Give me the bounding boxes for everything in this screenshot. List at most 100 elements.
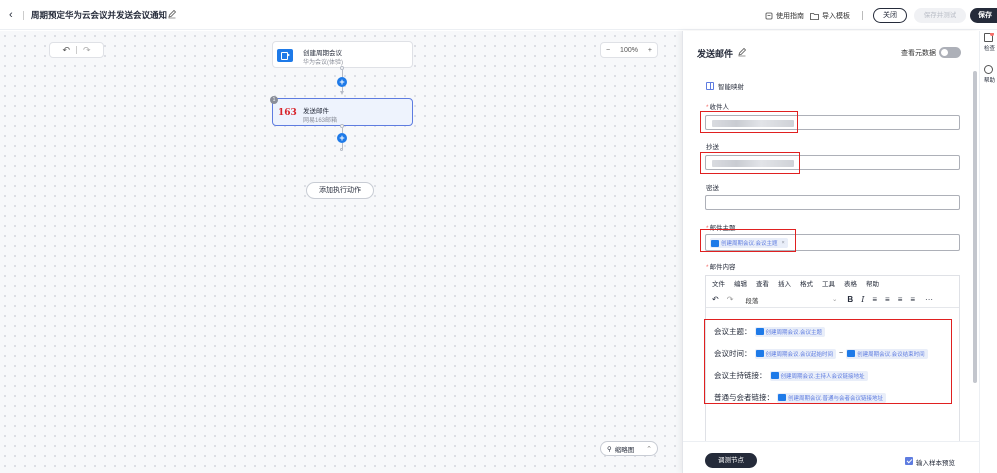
variable-tag[interactable]: 创建周期会议.普通与会者会议链接地址 <box>777 392 887 403</box>
connector-dot <box>340 148 343 151</box>
connector-line <box>342 70 343 77</box>
zoom-in-icon[interactable]: + <box>648 47 652 54</box>
smart-map-icon <box>706 82 714 90</box>
content-line: 会议主题： 创建周期会议.会议主题 <box>714 326 826 337</box>
meeting-app-icon <box>770 372 779 379</box>
to-field[interactable] <box>705 115 960 130</box>
content-line: 普通与会者链接： 创建周期会议.普通与会者会议链接地址 <box>714 392 887 403</box>
arrow-down-icon <box>340 91 344 95</box>
cc-field-label: 抄送 <box>706 144 719 151</box>
flow-node-send-mail[interactable]: 1 163 发送邮件 网易163邮箱 <box>270 96 413 126</box>
subject-field-label: *邮件主题 <box>706 225 736 232</box>
to-field-label: *收件人 <box>706 104 730 111</box>
menu-table[interactable]: 表格 <box>844 278 857 288</box>
variable-tag[interactable]: 创建周期会议.主持人会议链接地址 <box>769 370 868 381</box>
content-field-label: *邮件内容 <box>706 264 736 271</box>
rail-item-check[interactable]: 检查 <box>984 33 997 52</box>
node-config-panel: 发送邮件 查看元数据 智能映射 *收件人 抄送 密送 *邮件主题 创建周期会议.… <box>682 31 980 473</box>
rich-text-editor[interactable]: 文件 编辑 查看 插入 格式 工具 表格 帮助 ↶ ↷ 段落 ⌄ B I ≡ ≡… <box>705 275 960 447</box>
usage-guide-label: 使用指南 <box>776 13 804 20</box>
debug-node-button[interactable]: 调测节点 <box>705 453 757 468</box>
view-metadata-label: 查看元数据 <box>901 50 936 57</box>
bcc-field-label: 密送 <box>706 185 719 192</box>
meeting-app-icon <box>755 350 764 357</box>
import-template-link[interactable]: 导入模板 <box>810 11 850 21</box>
flow-node-create-meeting[interactable]: 创建周期会议 华为会议(体验) <box>272 41 413 68</box>
panel-title: 发送邮件 <box>697 49 734 59</box>
undo-icon[interactable]: ↶ <box>712 295 719 304</box>
meeting-app-icon <box>755 328 764 335</box>
menu-view[interactable]: 查看 <box>756 278 769 288</box>
node-index-badge: 1 <box>270 96 278 104</box>
bcc-field[interactable] <box>705 195 960 210</box>
redo-icon[interactable]: ↷ <box>83 45 91 56</box>
node-subtitle: 网易163邮箱 <box>303 118 338 124</box>
chevron-down-icon: ⌄ <box>831 295 838 303</box>
redacted-value <box>712 160 794 167</box>
content-line: 会议主持链接： 创建周期会议.主持人会议链接地址 <box>714 370 868 381</box>
smart-fill-button[interactable]: 智能映射 <box>706 81 744 91</box>
help-icon <box>984 65 993 74</box>
panel-scroll-area[interactable]: 智能映射 *收件人 抄送 密送 *邮件主题 创建周期会议.会议主题 × *邮件内… <box>683 71 980 447</box>
align-justify-icon[interactable]: ≡ <box>910 295 915 304</box>
close-button[interactable]: 关闭 <box>873 8 907 23</box>
more-icon[interactable]: ··· <box>925 295 933 304</box>
align-center-icon[interactable]: ≡ <box>885 295 890 304</box>
content-line: 会议时间： 创建周期会议.会议起始时间 ~ 创建周期会议.会议结束时间 <box>714 348 928 359</box>
menu-insert[interactable]: 插入 <box>778 278 791 288</box>
sample-preview-checkbox[interactable] <box>905 457 913 465</box>
sample-preview-label: 输入样本预览 <box>916 460 955 467</box>
menu-help[interactable]: 帮助 <box>866 278 879 288</box>
variable-tag[interactable]: 创建周期会议.会议结束时间 <box>846 348 928 359</box>
editor-menubar: 文件 编辑 查看 插入 格式 工具 表格 帮助 <box>706 276 959 290</box>
top-bar: ‹ 周期预定华为云会议并发送会议通知 使用指南 导入模板 关闭 保存并测试 保存 <box>0 0 997 30</box>
redo-icon[interactable]: ↷ <box>727 295 734 304</box>
minimap-toggle[interactable]: ⚲ 缩略图 ⌃ <box>600 441 658 456</box>
save-and-test-button[interactable]: 保存并测试 <box>914 8 966 23</box>
paragraph-select[interactable]: 段落 ⌄ <box>745 295 837 305</box>
panel-scrollbar[interactable] <box>973 71 977 383</box>
edit-pencil-icon[interactable] <box>167 9 177 19</box>
zoom-out-icon[interactable]: − <box>606 47 610 54</box>
usage-guide-link[interactable]: 使用指南 <box>765 11 804 21</box>
flow-canvas[interactable]: ↶ ↷ − 100% + 创建周期会议 华为会议(体验) + 1 163 发送邮… <box>0 31 682 473</box>
node-title: 创建周期会议 <box>303 50 342 57</box>
italic-icon[interactable]: I <box>861 295 864 304</box>
bold-icon[interactable]: B <box>847 295 853 304</box>
menu-file[interactable]: 文件 <box>712 278 725 288</box>
menu-tools[interactable]: 工具 <box>822 278 835 288</box>
back-arrow-icon[interactable]: ‹ <box>9 9 19 21</box>
editor-toolbar: ↶ ↷ 段落 ⌄ B I ≡ ≡ ≡ ≡ ··· <box>706 292 959 308</box>
meeting-app-icon <box>711 239 719 247</box>
subject-field[interactable]: 创建周期会议.会议主题 × <box>705 234 960 251</box>
divider <box>862 11 863 20</box>
minimap-label: 缩略图 <box>614 446 635 454</box>
menu-format[interactable]: 格式 <box>800 278 813 288</box>
edit-pencil-icon[interactable] <box>737 47 747 57</box>
undo-icon[interactable]: ↶ <box>62 45 70 56</box>
close-icon[interactable]: × <box>782 240 785 246</box>
variable-tag[interactable]: 创建周期会议.会议起始时间 <box>754 348 837 359</box>
variable-tag[interactable]: 创建周期会议.会议主题 <box>754 326 826 337</box>
redacted-value <box>712 120 794 127</box>
meeting-app-icon <box>277 49 293 62</box>
cc-field[interactable] <box>705 155 960 170</box>
zoom-level: 100% <box>620 46 638 54</box>
align-right-icon[interactable]: ≡ <box>898 295 903 304</box>
rail-item-help[interactable]: 帮助 <box>984 65 997 84</box>
variable-tag[interactable]: 创建周期会议.会议主题 × <box>710 238 788 248</box>
add-action-button[interactable]: 添加执行动作 <box>306 182 374 199</box>
add-step-button[interactable]: + <box>337 77 347 87</box>
meeting-app-icon <box>778 394 786 401</box>
divider <box>76 46 77 54</box>
add-step-button[interactable]: + <box>337 133 347 143</box>
smart-fill-label: 智能映射 <box>718 84 744 91</box>
save-button[interactable]: 保存 <box>970 8 997 23</box>
menu-edit[interactable]: 编辑 <box>734 278 747 288</box>
node-title: 发送邮件 <box>303 108 329 115</box>
location-pin-icon: ⚲ <box>607 445 612 453</box>
align-left-icon[interactable]: ≡ <box>872 295 877 304</box>
view-metadata-toggle[interactable] <box>939 47 961 58</box>
163-mail-logo: 163 <box>278 108 297 118</box>
node-subtitle: 华为会议(体验) <box>303 60 343 66</box>
